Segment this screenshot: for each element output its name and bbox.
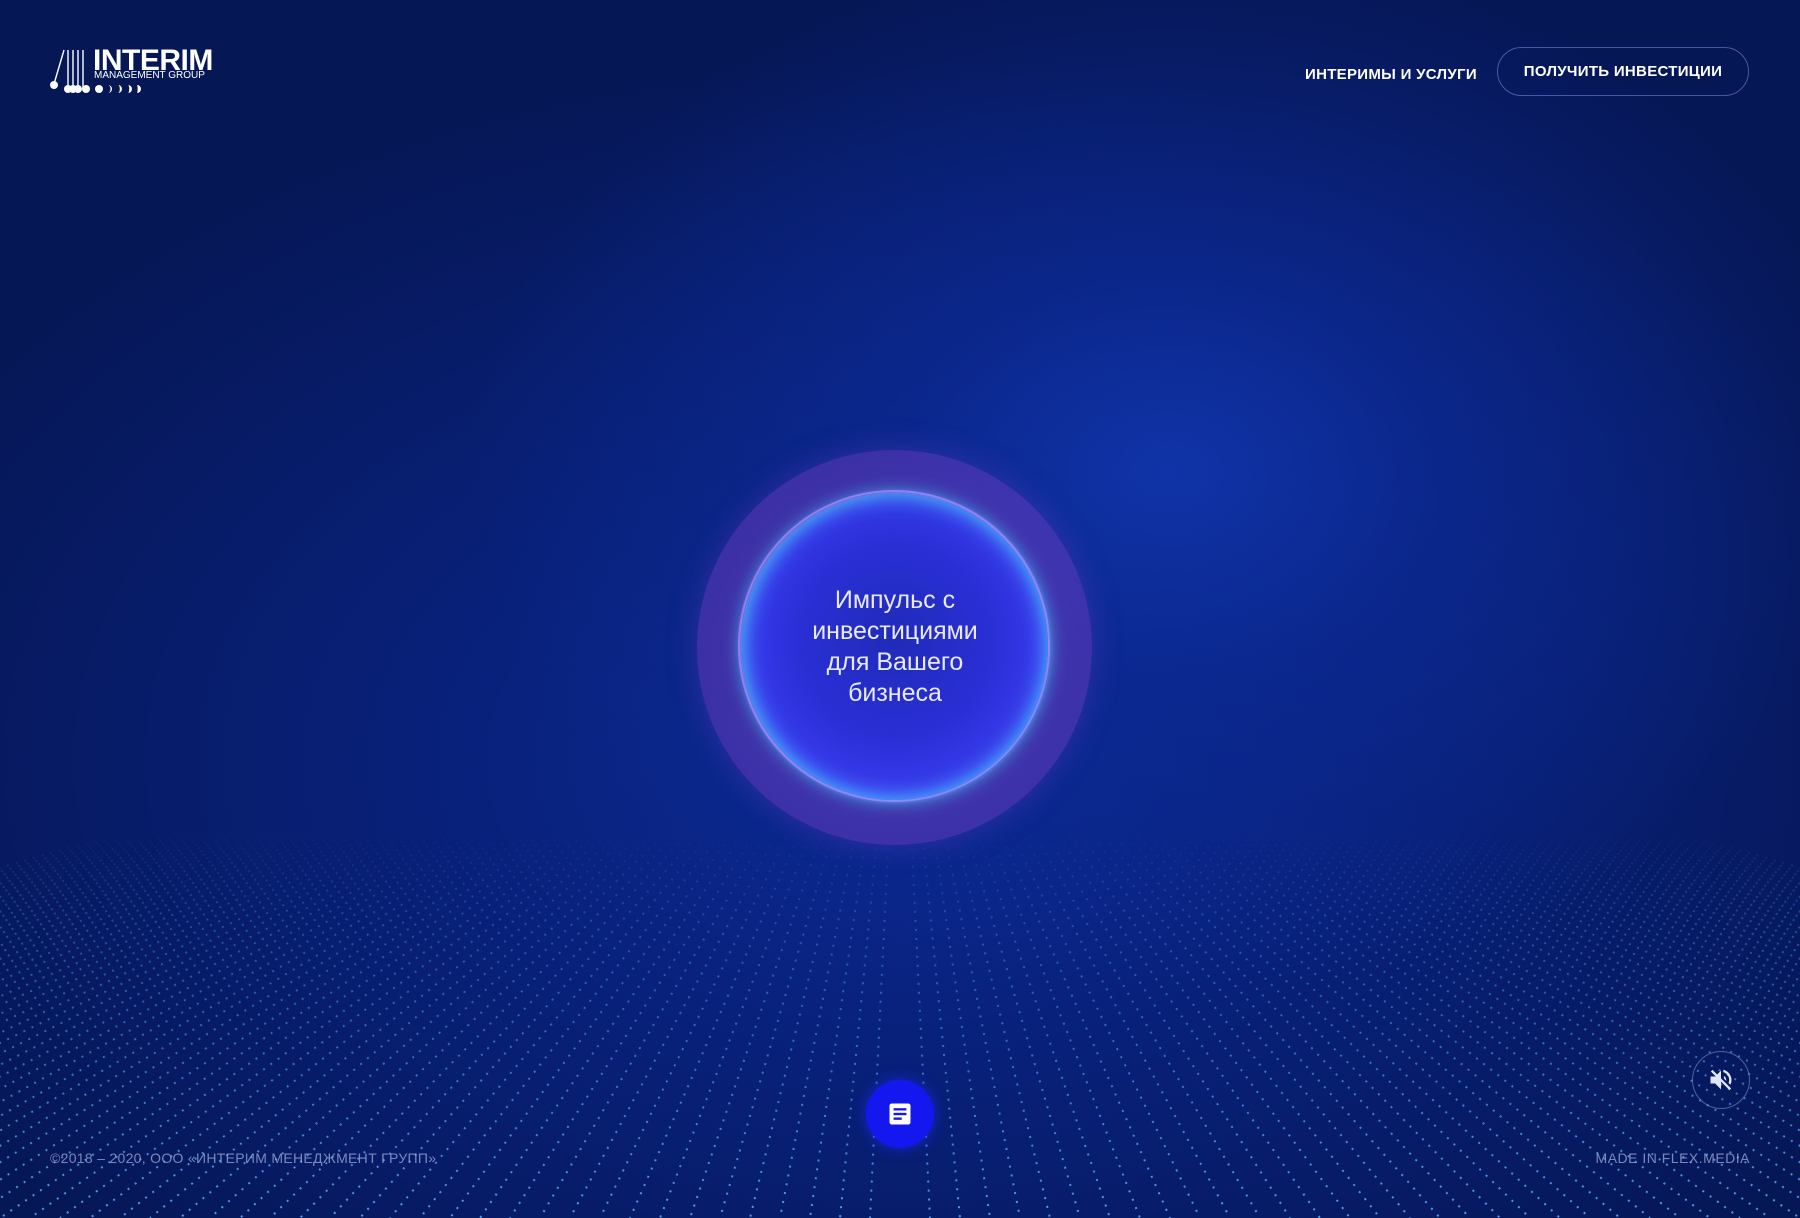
get-investment-button[interactable]: ПОЛУЧИТЬ ИНВЕСТИЦИИ: [1497, 47, 1749, 96]
logo[interactable]: INTERIM MANAGEMENT GROUP: [48, 46, 218, 96]
page: INTERIM MANAGEMENT GROUP ИНТЕРИМЫ И УСЛУ…: [0, 0, 1800, 1218]
nav-link-services[interactable]: ИНТЕРИМЫ И УСЛУГИ: [1305, 66, 1477, 83]
logo-subtitle: MANAGEMENT GROUP: [94, 70, 205, 81]
volume-off-icon: [1710, 1069, 1732, 1091]
mute-button[interactable]: [1692, 1051, 1750, 1109]
document-icon: [889, 1103, 911, 1125]
credit-link[interactable]: MADE IN FLEX.MEDIA: [1596, 1150, 1750, 1166]
hero-orb-text: Импульс с инвестициями для Вашего бизнес…: [812, 586, 978, 707]
copyright-text: ©2018 – 2020, ООО «ИНТЕРИМ МЕНЕДЖМЕНТ ГР…: [50, 1150, 437, 1166]
get-investment-button-label: ПОЛУЧИТЬ ИНВЕСТИЦИИ: [1523, 63, 1723, 80]
hero-orb[interactable]: Импульс с инвестициями для Вашего бизнес…: [742, 494, 1048, 800]
document-button[interactable]: [866, 1080, 934, 1148]
